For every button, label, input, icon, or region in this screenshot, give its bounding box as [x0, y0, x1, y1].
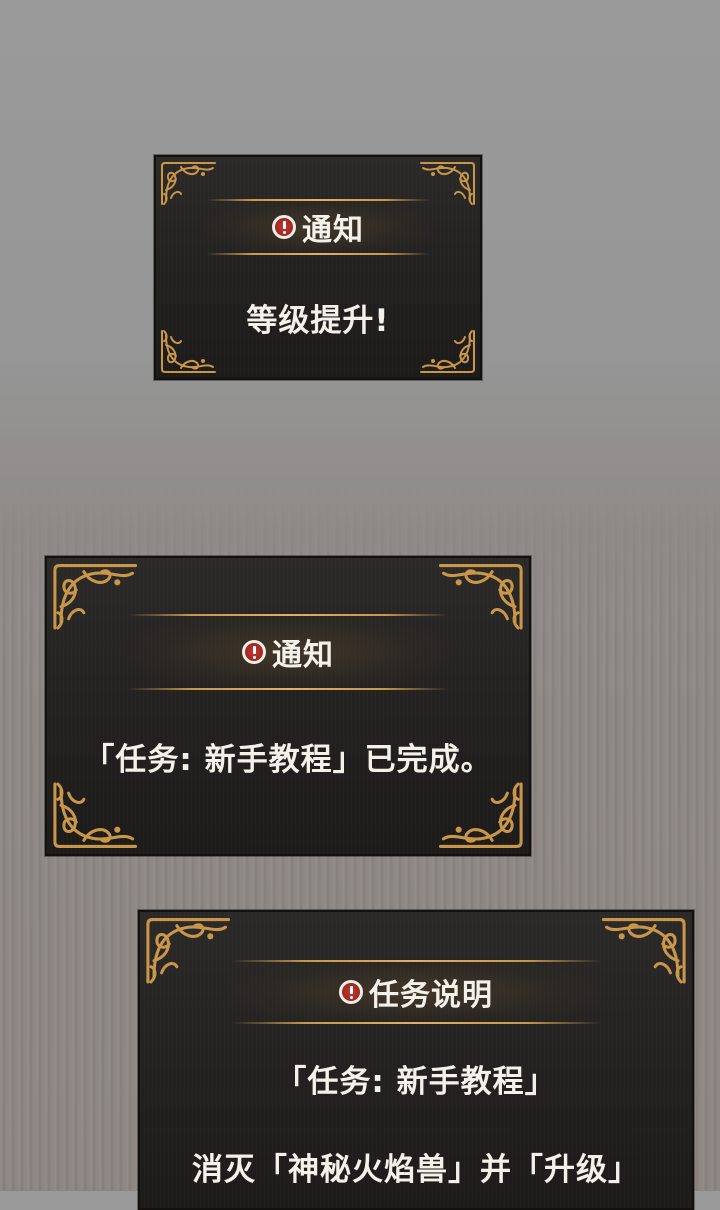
- header-divider: [206, 253, 430, 255]
- quest-description-panel: 任务说明 「任务: 新手教程」 消灭「神秘火焰兽」并「升级」: [138, 910, 694, 1210]
- alert-icon: [242, 640, 266, 664]
- panel-header: 通知: [127, 614, 449, 690]
- notification-panel-level-up: 通知 等级提升!: [154, 155, 482, 380]
- panel-title: 通知: [302, 213, 364, 248]
- panel-title: 任务说明: [369, 978, 493, 1013]
- panel-message: 等级提升!: [246, 303, 390, 339]
- panel-title: 通知: [272, 638, 334, 673]
- ornament-corner-icon: [597, 915, 689, 985]
- panel-header: 任务说明: [230, 960, 602, 1024]
- alert-icon: [339, 980, 363, 1004]
- header-divider: [230, 1022, 602, 1024]
- panel-message: 「任务: 新手教程」已完成。: [83, 742, 493, 778]
- ornament-corner-icon: [143, 915, 235, 985]
- ornament-corner-icon: [434, 781, 526, 851]
- quest-objective: 消灭「神秘火焰兽」并「升级」: [192, 1152, 640, 1188]
- quest-name: 「任务: 新手教程」: [275, 1064, 557, 1100]
- alert-icon: [272, 215, 296, 239]
- notification-panel-quest-complete: 通知 「任务: 新手教程」已完成。: [45, 556, 531, 856]
- ornament-corner-icon: [50, 781, 142, 851]
- header-divider: [127, 688, 449, 690]
- panel-header: 通知: [206, 199, 430, 255]
